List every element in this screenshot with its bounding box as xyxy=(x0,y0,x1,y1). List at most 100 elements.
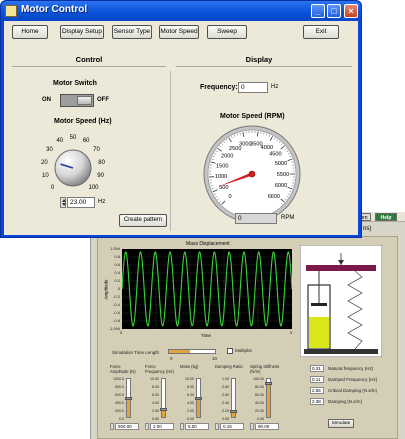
param-spinner[interactable] xyxy=(250,423,254,430)
output-label: Damped Frequency (Hz) xyxy=(328,377,378,382)
gauge-scale-label: 1500 xyxy=(216,163,228,169)
param-scale-label: 400.0 xyxy=(115,401,124,405)
param-scale-label: 1.00 xyxy=(222,377,229,381)
param-slider[interactable] xyxy=(265,378,272,418)
display-header: Display xyxy=(245,55,273,64)
param-scale-label: 800.0 xyxy=(115,385,124,389)
graph-x-tick-label: 0 xyxy=(120,330,123,335)
param-label: Force Frequency (Hz) xyxy=(145,364,174,374)
motor-control-window: Motor Control _ □ × Home Display Setup S… xyxy=(0,0,362,238)
create-pattern-button[interactable]: Create pattern xyxy=(119,214,167,227)
motor-speed-knob[interactable] xyxy=(53,148,93,188)
param-scale-label: 20.00 xyxy=(255,409,264,413)
param-spinner[interactable] xyxy=(110,423,114,430)
graph-y-tick-label: 0.4 xyxy=(114,270,120,275)
close-icon[interactable]: × xyxy=(344,4,358,18)
param-value-field[interactable]: 0.15 xyxy=(220,423,244,430)
motor-switch-toggle[interactable] xyxy=(60,94,94,107)
knob-scale-label: 80 xyxy=(98,159,105,166)
motor-speed-button[interactable]: Motor Speed xyxy=(159,25,199,39)
knob-scale-label: 10 xyxy=(42,173,49,179)
sweep-button[interactable]: Sweep xyxy=(207,25,247,39)
output-value-field: 2.55 xyxy=(310,387,324,394)
param-value-field[interactable]: 2.00 xyxy=(150,423,174,430)
param-slider[interactable] xyxy=(230,378,237,418)
sim-length-slider[interactable] xyxy=(168,349,216,354)
rpm-gauge: 0500100015002000250030003500400045005000… xyxy=(203,125,301,222)
speed-unit: Hz xyxy=(98,199,106,205)
gauge-scale-label: 2000 xyxy=(221,153,233,159)
gauge-scale-label: 6600 xyxy=(268,194,280,200)
param-value-field[interactable]: 5.00 xyxy=(185,423,209,430)
output-label: Natural frequency (Hz) xyxy=(328,366,374,371)
param-slider-fill xyxy=(267,382,270,417)
speed-value-field[interactable]: 23.00 xyxy=(67,197,95,208)
sim-length-fill xyxy=(169,350,190,353)
maximize-icon[interactable]: □ xyxy=(327,4,341,18)
param-scale-label: 6.00 xyxy=(152,393,159,397)
display-setup-button[interactable]: Display Setup xyxy=(60,25,104,39)
param-scale-label: 0.40 xyxy=(222,401,229,405)
param-spinner[interactable] xyxy=(215,423,219,430)
gauge-scale-label: 5500 xyxy=(277,172,289,178)
param-scale: 10.00 8.00 6.00 4.00 2.00 0.00 xyxy=(180,377,194,421)
param-slider-thumb xyxy=(230,410,237,414)
param-slider[interactable] xyxy=(195,378,202,418)
param-scale-label: 10.00 xyxy=(150,377,159,381)
param-scale-label: 4.00 xyxy=(152,401,159,405)
param-slider[interactable] xyxy=(125,378,132,418)
param-scale-label: 10.00 xyxy=(185,377,194,381)
motor-switch-label: Motor Switch xyxy=(53,80,97,87)
param-scale-label: 0.20 xyxy=(222,409,229,413)
knob-scale-label: 50 xyxy=(69,135,77,141)
graph-x-tick-label: 5 xyxy=(290,330,293,335)
param-value-field[interactable]: 500.00 xyxy=(115,423,139,430)
param-scale-label: 60.00 xyxy=(255,393,264,397)
damper-piston xyxy=(311,303,327,306)
mass-displacement-window: Return Help ns) Mass Displacement Amplit… xyxy=(90,212,405,439)
simulate-button[interactable]: Simulate xyxy=(328,419,354,428)
graph-y-tick-label: -1.094 xyxy=(108,326,120,331)
param-spinner[interactable] xyxy=(145,423,149,430)
ground-base xyxy=(304,349,378,354)
frequency-field[interactable]: 0 xyxy=(238,82,268,93)
graph-title: Mass Displacement xyxy=(186,241,230,247)
graph-y-tick-label: 0.6 xyxy=(114,262,120,267)
gauge-scale-label: 4500 xyxy=(269,152,281,158)
sim-scale-max: 10 xyxy=(212,356,218,361)
knob-scale-label: 90 xyxy=(97,173,104,179)
output-value-field: 0.11 xyxy=(310,376,324,383)
knob-scale-label: 70 xyxy=(93,147,100,153)
output-label: Critical Damping (N.s/m) xyxy=(328,388,378,393)
multiplot-checkbox[interactable] xyxy=(227,348,233,354)
app-icon xyxy=(5,5,17,17)
title-bar[interactable]: Motor Control _ □ × xyxy=(1,1,361,21)
switch-on-label: ON xyxy=(42,97,51,103)
param-slider-thumb xyxy=(265,381,272,385)
control-header: Control xyxy=(75,55,103,64)
minimize-icon[interactable]: _ xyxy=(311,4,325,18)
gauge-scale-label: 1000 xyxy=(215,174,227,180)
graph-y-tick-label: 0 xyxy=(117,286,120,291)
frequency-unit: Hz xyxy=(271,84,279,90)
param-value-field[interactable]: 90.00 xyxy=(255,423,279,430)
sensor-type-button[interactable]: Sensor Type xyxy=(112,25,152,39)
motor-speed-hz-label: Motor Speed (Hz) xyxy=(54,118,112,125)
graph-xlabel: Time xyxy=(201,333,211,338)
param-scale-label: 0.0 xyxy=(119,417,124,421)
param-spinner[interactable] xyxy=(180,423,184,430)
param-scale: 10.00 8.00 6.00 4.00 2.00 0.00 xyxy=(145,377,159,421)
toggle-thumb xyxy=(77,96,92,105)
help-button[interactable]: Help xyxy=(375,213,397,221)
home-button[interactable]: Home xyxy=(12,25,48,39)
param-slider-thumb xyxy=(125,397,132,400)
sim-scale-min: 0 xyxy=(170,356,173,361)
param-scale-label: 4.00 xyxy=(187,401,194,405)
speed-spinner[interactable] xyxy=(60,197,66,208)
frequency-label: Frequency: xyxy=(200,84,238,91)
param-slider[interactable] xyxy=(160,378,167,418)
output-value-field: 0.31 xyxy=(310,365,324,372)
param-scale: 1.00 0.80 0.60 0.40 0.20 0.00 xyxy=(215,377,229,421)
exit-button[interactable]: Exit xyxy=(303,25,339,39)
rpm-unit: RPM xyxy=(281,215,295,221)
